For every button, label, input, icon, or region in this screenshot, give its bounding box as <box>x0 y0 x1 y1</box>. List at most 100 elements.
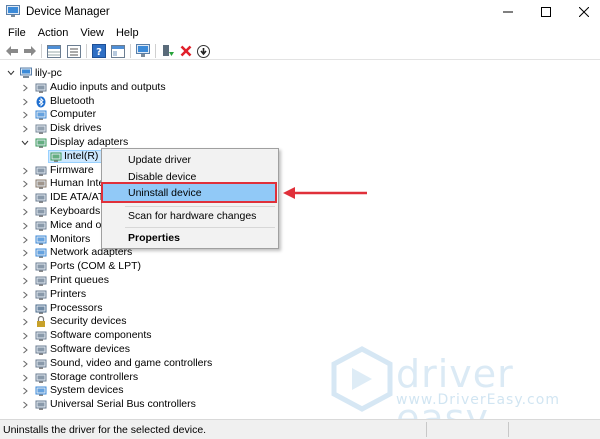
scan-hardware-button[interactable] <box>135 43 151 59</box>
security-icon <box>37 316 45 328</box>
ide-icon <box>35 193 47 204</box>
keyboard-icon <box>35 207 47 217</box>
chevron-right-icon[interactable] <box>21 305 29 313</box>
chevron-right-icon[interactable] <box>21 125 29 133</box>
firmware-icon <box>35 166 47 176</box>
port-icon <box>35 262 47 273</box>
maximize-icon <box>541 7 551 17</box>
uninstall-device-button[interactable] <box>178 43 194 59</box>
sound-icon <box>35 359 47 369</box>
chevron-right-icon[interactable] <box>21 360 29 368</box>
chevron-right-icon[interactable] <box>21 236 29 244</box>
tree-root-label: lily-pc <box>35 67 62 79</box>
window-title: Device Manager <box>26 6 110 18</box>
chevron-right-icon[interactable] <box>21 84 29 92</box>
properties-sheet-button[interactable] <box>46 43 62 59</box>
list-view-button[interactable] <box>66 43 82 59</box>
red-x-icon <box>180 45 192 57</box>
network-icon <box>35 248 47 259</box>
chevron-right-icon[interactable] <box>21 346 29 354</box>
chevron-down-icon[interactable] <box>7 69 15 77</box>
toolbar-separator <box>130 44 131 58</box>
chevron-right-icon[interactable] <box>21 291 29 299</box>
tree-item-label: Ports (COM & LPT) <box>50 260 142 273</box>
tree-item-label: Disk drives <box>50 122 102 135</box>
tree-item-label: Printers <box>50 287 87 300</box>
tree-item-label: Universal Serial Bus controllers <box>50 398 196 411</box>
chevron-right-icon[interactable] <box>21 387 29 395</box>
status-separator <box>508 422 509 437</box>
chevron-right-icon[interactable] <box>21 374 29 382</box>
driver-easy-logo-icon <box>331 346 393 412</box>
chevron-right-icon[interactable] <box>21 180 29 188</box>
toolbar-separator <box>86 44 87 58</box>
tree-item-label: Computer <box>50 108 97 121</box>
maximize-button[interactable] <box>526 0 566 24</box>
menu-scan-hardware[interactable]: Scan for hardware changes <box>102 208 278 224</box>
tree-item-label: Software devices <box>50 343 130 355</box>
minimize-icon <box>503 11 513 13</box>
enable-device-button[interactable] <box>195 43 211 59</box>
tree-item-label: Human Inte <box>50 177 105 190</box>
svg-text:?: ? <box>96 47 102 58</box>
resources-view-button[interactable] <box>110 43 126 59</box>
tree-item-label: Firmware <box>50 163 94 176</box>
chevron-right-icon[interactable] <box>21 401 29 409</box>
tree-item-label: Audio inputs and outputs <box>50 80 166 93</box>
tree-item-label: Monitors <box>50 232 91 245</box>
chevron-right-icon[interactable] <box>21 98 29 106</box>
menu-help[interactable]: Help <box>110 24 145 42</box>
chevron-right-icon[interactable] <box>21 318 29 326</box>
chevron-right-icon[interactable] <box>21 332 29 340</box>
tree-item-label: Storage controllers <box>50 370 139 383</box>
tree-item-label: Keyboards <box>50 205 101 217</box>
mouse-icon <box>35 221 47 231</box>
computer-icon <box>20 67 32 78</box>
forward-button[interactable] <box>22 43 38 59</box>
tree-item-label: Software components <box>50 329 152 342</box>
chevron-right-icon[interactable] <box>21 277 29 285</box>
update-driver-button[interactable] <box>160 43 176 59</box>
toolbar: ? <box>0 42 600 60</box>
monitor-icon <box>35 235 47 245</box>
tree-item-label: Security devices <box>50 315 127 328</box>
watermark-url: www.DriverEasy.com <box>396 392 560 408</box>
menu-action[interactable]: Action <box>32 24 75 42</box>
forward-arrow-icon <box>24 46 36 56</box>
speaker-icon <box>35 83 47 93</box>
menu-view[interactable]: View <box>74 24 110 42</box>
monitor-scan-icon <box>135 44 150 57</box>
menu-file[interactable]: File <box>2 24 32 42</box>
back-arrow-icon <box>6 46 18 56</box>
software-device-icon <box>35 345 47 355</box>
chevron-right-icon[interactable] <box>21 249 29 257</box>
status-text: Uninstalls the driver for the selected d… <box>3 424 207 436</box>
usb-icon <box>35 400 47 411</box>
menu-update-driver[interactable]: Update driver <box>102 152 278 168</box>
toolbar-separator <box>41 44 42 58</box>
panel-icon <box>111 44 125 58</box>
hid-icon <box>35 179 47 190</box>
status-separator <box>426 422 427 437</box>
bluetooth-icon <box>36 96 46 108</box>
chevron-right-icon[interactable] <box>21 208 29 216</box>
menu-bar: File Action View Help <box>0 24 600 42</box>
menu-disable-device[interactable]: Disable device <box>102 169 278 185</box>
tree-item-label: System devices <box>50 384 124 397</box>
back-button[interactable] <box>4 43 20 59</box>
tree-item-label: Processors <box>50 301 103 314</box>
close-icon <box>579 7 589 17</box>
chevron-right-icon[interactable] <box>21 167 29 175</box>
menu-properties[interactable]: Properties <box>102 230 278 246</box>
chevron-right-icon[interactable] <box>21 222 29 230</box>
close-button[interactable] <box>564 0 600 24</box>
chevron-right-icon[interactable] <box>21 111 29 119</box>
chevron-right-icon[interactable] <box>21 263 29 271</box>
menu-uninstall-device[interactable]: Uninstall device <box>102 185 278 201</box>
storage-icon <box>35 373 47 383</box>
chevron-down-icon[interactable] <box>21 139 29 147</box>
update-driver-icon <box>163 45 174 56</box>
help-button[interactable]: ? <box>91 43 107 59</box>
chevron-right-icon[interactable] <box>21 194 29 202</box>
minimize-button[interactable] <box>488 0 528 24</box>
